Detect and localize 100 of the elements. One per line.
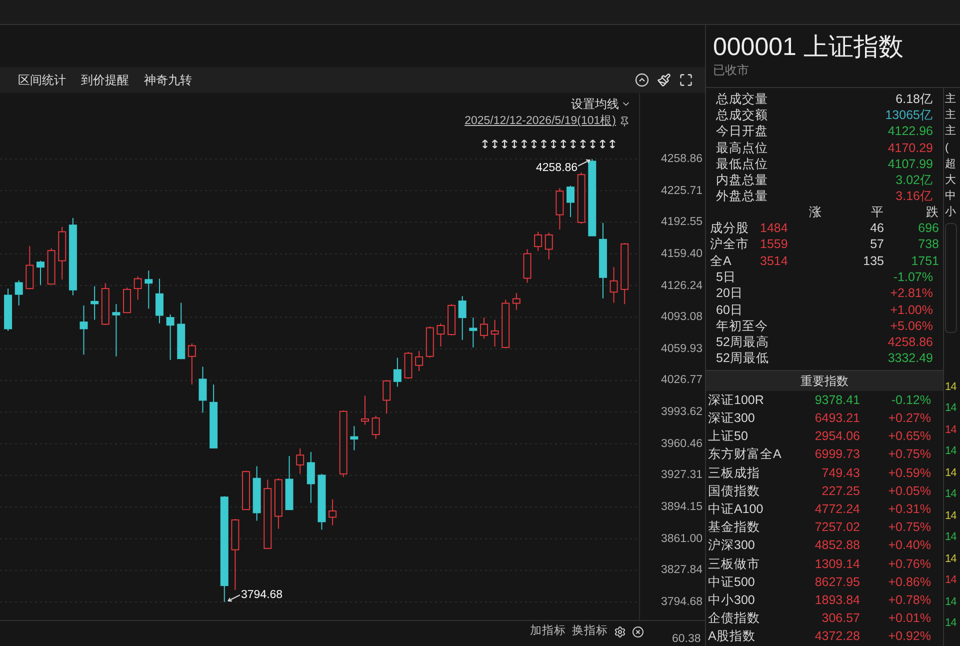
decliners-count: 1751 <box>911 252 939 270</box>
index-row[interactable]: 上证50 2954.06 +0.65% <box>706 428 943 446</box>
price-axis-label: 4059.93 <box>661 342 703 356</box>
index-price: 1309.14 <box>814 556 860 573</box>
index-row[interactable]: 深证100R 9378.41 -0.12% <box>706 391 943 410</box>
return-value: +1.00% <box>890 302 933 318</box>
index-name: 企债指数 <box>708 610 761 628</box>
candlestick <box>480 317 488 340</box>
stat-value: 3.16亿 <box>896 188 933 204</box>
high-price-label: 4258.86 <box>536 161 578 175</box>
price-axis-label: 4126.24 <box>661 278 703 293</box>
index-change: +0.86% <box>888 574 931 591</box>
candlestick <box>544 232 553 260</box>
column-header: 平 <box>870 204 884 222</box>
index-row[interactable]: 东方财富全A 6999.73 +0.75% <box>706 446 943 464</box>
side-value: 14 <box>945 380 956 394</box>
index-row[interactable]: 深证300 6493.21 +0.27% <box>706 409 943 428</box>
candlestick <box>198 366 207 414</box>
index-row[interactable]: 中证A100 4772.24 +0.31% <box>706 500 943 518</box>
side-value: 14 <box>945 573 956 588</box>
candlestick <box>134 276 142 300</box>
index-row[interactable]: 国债指数 227.25 +0.05% <box>706 482 943 500</box>
indicator-button[interactable]: 加指标 <box>530 623 566 640</box>
index-change: +0.78% <box>888 592 931 609</box>
side-label: 大 <box>945 172 956 188</box>
index-row[interactable]: A股指数 4372.28 +0.92% <box>706 628 943 646</box>
side-value: 14 <box>945 616 956 631</box>
candlestick <box>328 498 337 526</box>
toolbar-tab[interactable]: 神奇九转 <box>144 71 192 89</box>
index-row[interactable]: 基金指数 7257.02 +0.75% <box>706 518 943 537</box>
index-row[interactable]: 三板成指 749.43 +0.59% <box>706 464 943 482</box>
stat-label: 最低点位 <box>716 156 768 172</box>
index-price: 306.57 <box>820 610 860 628</box>
price-axis-label: 4026.77 <box>661 373 703 388</box>
sub-axis-label: 60.38 <box>672 632 701 646</box>
candlestick <box>523 248 532 284</box>
stat-value: 4170.29 <box>888 140 933 156</box>
breadth-label: 沪全市 <box>710 236 750 254</box>
candlestick <box>296 448 304 474</box>
index-name: 上证50 <box>708 428 749 446</box>
pin-icon[interactable] <box>619 116 630 128</box>
candlestick <box>415 350 424 372</box>
index-price: 6999.73 <box>814 446 860 464</box>
price-axis-label: 4093.08 <box>661 310 703 324</box>
collapse-icon[interactable] <box>635 73 649 87</box>
index-name: 中证A100 <box>708 501 764 518</box>
brush-icon[interactable] <box>657 73 671 87</box>
index-row[interactable]: 沪深300 4852.88 +0.40% <box>706 536 943 555</box>
index-row[interactable]: 中证500 8627.95 +0.86% <box>706 573 943 592</box>
index-change: +0.05% <box>888 482 931 500</box>
candlestick <box>512 292 520 310</box>
index-name: 国债指数 <box>708 482 761 500</box>
index-name: 深证300 <box>708 410 756 428</box>
index-row[interactable]: 企债指数 306.57 +0.01% <box>706 609 943 628</box>
ma-setting-link[interactable]: 设置均线 <box>571 95 619 113</box>
side-value: 14 <box>945 422 956 438</box>
toolbar-tab[interactable]: 到价提醒 <box>81 71 129 89</box>
candlestick <box>155 278 164 324</box>
index-price: 7257.02 <box>814 519 860 536</box>
unchanged-count: 135 <box>862 252 884 270</box>
index-row[interactable]: 三板做市 1309.14 +0.76% <box>706 554 943 574</box>
index-change: -0.12% <box>891 392 931 409</box>
index-name: 基金指数 <box>708 519 761 536</box>
index-change: +0.75% <box>888 446 931 464</box>
candlestick <box>4 288 12 332</box>
index-name: 东方财富全A <box>708 446 782 464</box>
side-value: 14 <box>945 466 956 480</box>
fullscreen-icon[interactable] <box>679 73 693 87</box>
candlestick <box>469 317 478 348</box>
candlestick <box>372 415 380 440</box>
index-row[interactable]: 中小300 1893.84 +0.78% <box>706 591 943 610</box>
index-change: +0.31% <box>888 501 931 518</box>
index-change: +0.40% <box>888 537 931 554</box>
return-label: 52周最低 <box>716 350 769 366</box>
price-axis-label: 3993.62 <box>661 405 703 420</box>
decliners-count: 738 <box>918 236 939 254</box>
indicator-button[interactable]: 换指标 <box>572 623 608 640</box>
return-label: 5日 <box>716 269 736 286</box>
column-header: 跌 <box>926 204 939 222</box>
index-price: 9378.41 <box>814 392 860 409</box>
index-name: 沪深300 <box>708 537 756 554</box>
index-price: 4772.24 <box>814 501 860 518</box>
candlestick <box>242 470 250 510</box>
price-axis-label: 4159.40 <box>661 246 703 261</box>
advancers-count: 1559 <box>760 236 789 254</box>
toolbar-tab[interactable]: 区间统计 <box>18 71 66 89</box>
index-name: 三板做市 <box>708 556 761 573</box>
close-icon[interactable] <box>632 626 644 638</box>
candlestick <box>404 351 412 380</box>
index-name: A股指数 <box>708 628 756 646</box>
stat-value: 4107.99 <box>888 156 933 172</box>
date-range-link[interactable]: 2025/12/12-2026/5/19(101根) <box>464 113 616 130</box>
candlestick <box>285 456 294 510</box>
index-price: 2954.06 <box>814 428 860 446</box>
unchanged-count: 57 <box>869 236 884 254</box>
settings-icon[interactable] <box>614 626 626 638</box>
side-value: 14 <box>945 401 956 416</box>
price-axis-label: 4192.55 <box>661 215 703 230</box>
return-value: +2.81% <box>890 285 933 302</box>
side-value: 14 <box>945 444 956 459</box>
